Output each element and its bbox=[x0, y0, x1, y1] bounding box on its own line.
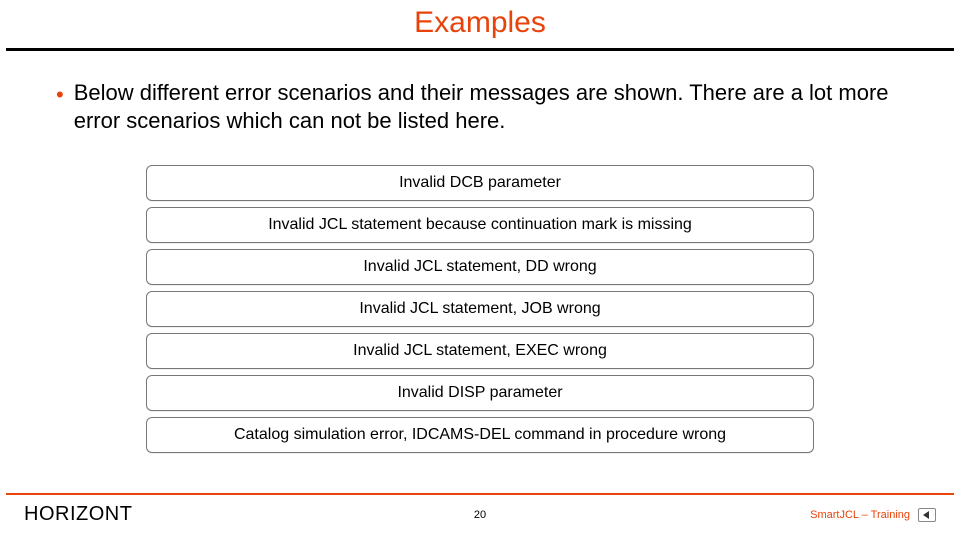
slide: Examples • Below different error scenari… bbox=[0, 0, 960, 540]
bullet-dot-icon: • bbox=[56, 81, 64, 109]
list-item: Catalog simulation error, IDCAMS-DEL com… bbox=[146, 417, 814, 453]
list-item: Invalid JCL statement because continuati… bbox=[146, 207, 814, 243]
footer: HORIZONT 20 SmartJCL – Training bbox=[0, 493, 960, 526]
prev-slide-icon[interactable] bbox=[918, 508, 936, 522]
course-label: SmartJCL – Training bbox=[810, 509, 910, 521]
content-area: • Below different error scenarios and th… bbox=[0, 51, 960, 453]
brand-label: HORIZONT bbox=[24, 503, 132, 526]
footer-row: HORIZONT 20 SmartJCL – Training bbox=[0, 503, 960, 526]
footer-divider bbox=[6, 493, 954, 495]
list-item: Invalid JCL statement, JOB wrong bbox=[146, 291, 814, 327]
page-number: 20 bbox=[474, 509, 486, 521]
page-title: Examples bbox=[0, 0, 960, 48]
list-item: Invalid DCB parameter bbox=[146, 165, 814, 201]
list-item: Invalid JCL statement, DD wrong bbox=[146, 249, 814, 285]
list-item: Invalid JCL statement, EXEC wrong bbox=[146, 333, 814, 369]
error-box-list: Invalid DCB parameter Invalid JCL statem… bbox=[56, 165, 904, 453]
course-label-group: SmartJCL – Training bbox=[810, 508, 936, 522]
list-item: Invalid DISP parameter bbox=[146, 375, 814, 411]
bullet-item: • Below different error scenarios and th… bbox=[56, 79, 904, 135]
bullet-text: Below different error scenarios and thei… bbox=[74, 79, 904, 135]
